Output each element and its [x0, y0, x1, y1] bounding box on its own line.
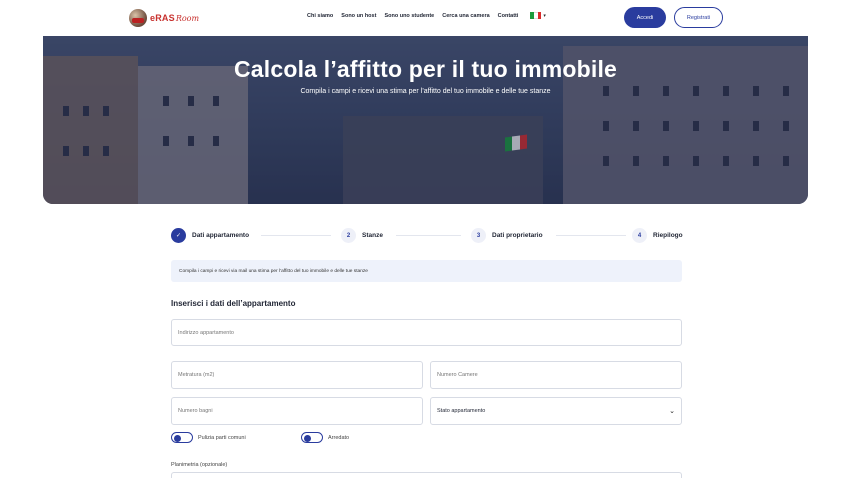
step-connector [396, 235, 461, 236]
step-dati-appartamento[interactable]: ✓ Dati appartamento [171, 228, 249, 243]
plan-label: Planimetria (opzionale) [171, 462, 228, 468]
logo[interactable]: eRAS Room [129, 8, 199, 28]
logo-script: Room [175, 13, 200, 23]
step-number: 4 [632, 228, 647, 243]
hero-banner: Calcola l’affitto per il tuo immobile Co… [43, 36, 808, 204]
select-value: Stato appartamento [437, 408, 486, 414]
plan-upload-field[interactable] [171, 472, 682, 478]
toggle-label: Pulizia parti comuni [198, 434, 246, 441]
check-icon: ✓ [171, 228, 186, 243]
logo-icon [129, 9, 147, 27]
nav-link-contatti[interactable]: Contatti [498, 13, 519, 19]
step-label: Dati appartamento [192, 232, 250, 239]
rooms-input[interactable]: Numero Camere [430, 361, 682, 389]
step-number: 2 [341, 228, 356, 243]
step-riepilogo[interactable]: 4 Riepilogo [632, 228, 683, 243]
chevron-down-icon: ⌄ [669, 408, 675, 415]
cleaning-toggle[interactable] [171, 432, 193, 443]
hero-subtitle: Compila i campi e ricevi una stima per l… [300, 88, 551, 95]
baths-input[interactable]: Numero bagni [171, 397, 423, 425]
step-dati-proprietario[interactable]: 3 Dati proprietario [471, 228, 543, 243]
nav-link-host[interactable]: Sono un host [341, 13, 376, 19]
step-number: 3 [471, 228, 486, 243]
logo-text: eRAS [150, 13, 175, 23]
nav-link-studente[interactable]: Sono uno studente [384, 13, 434, 19]
stepper: ✓ Dati appartamento 2 Stanze 3 Dati prop… [171, 228, 683, 244]
step-label: Stanze [362, 232, 383, 239]
address-input[interactable]: Indirizzo appartamento [171, 319, 682, 346]
toggle-cleaning-row: Pulizia parti comuni [171, 432, 246, 443]
step-label: Riepilogo [653, 232, 683, 239]
size-input[interactable]: Metratura (m2) [171, 361, 423, 389]
apartment-state-select[interactable]: Stato appartamento ⌄ [430, 397, 682, 425]
italy-flag-icon [530, 12, 542, 19]
step-connector [261, 235, 331, 236]
language-selector[interactable]: ▾ [526, 12, 546, 19]
nav-link-cerca-camera[interactable]: Cerca una camera [442, 13, 489, 19]
step-label: Dati proprietario [492, 232, 543, 239]
register-button[interactable]: Registrati [674, 7, 723, 28]
navbar: eRAS Room Chi siamo Sono un host Sono un… [0, 0, 850, 36]
furnished-toggle[interactable] [301, 432, 323, 443]
info-box: Compila i campi e ricevi via mail una st… [171, 260, 682, 282]
nav-link-chi-siamo[interactable]: Chi siamo [307, 13, 333, 19]
toggle-label: Arredato [328, 434, 350, 441]
step-stanze[interactable]: 2 Stanze [341, 228, 383, 243]
step-connector [556, 235, 626, 236]
toggle-furnished-row: Arredato [301, 432, 349, 443]
section-title: Inserisci i dati dell’appartamento [171, 299, 296, 308]
chevron-down-icon: ▾ [543, 12, 546, 19]
hero-title: Calcola l’affitto per il tuo immobile [233, 56, 618, 82]
nav-links: Chi siamo Sono un host Sono uno studente… [307, 12, 546, 19]
login-button[interactable]: Accedi [624, 7, 666, 28]
